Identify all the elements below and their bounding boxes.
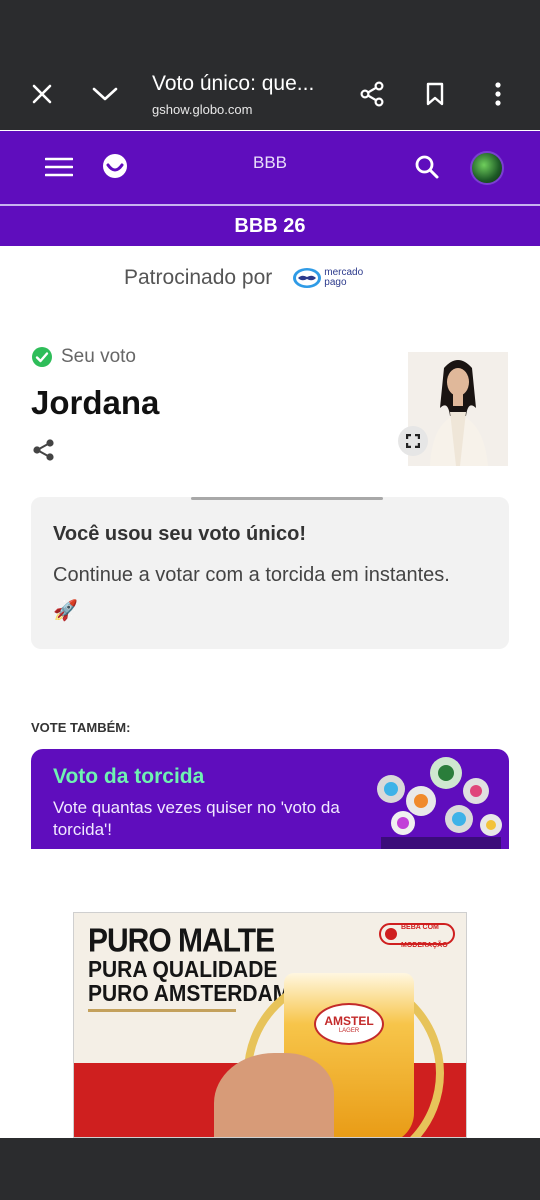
sponsor-row: Patrocinado por mercado pago — [124, 266, 363, 290]
section-header[interactable]: BBB 26 — [0, 204, 540, 246]
bookmark-button[interactable] — [413, 72, 457, 116]
page-url: gshow.globo.com — [152, 102, 253, 117]
badge-line-1: BEBA COM — [401, 924, 439, 931]
more-options-button[interactable] — [476, 72, 520, 116]
close-button[interactable] — [20, 72, 64, 116]
share-icon — [360, 81, 384, 107]
ad-hand — [214, 1053, 334, 1137]
vote-status: Seu voto — [31, 346, 136, 368]
ad-headline-3: PURO AMSTERDAM — [88, 981, 291, 1007]
share-vote-button[interactable] — [31, 437, 59, 465]
candidate-name: Jordana — [31, 384, 160, 421]
ad-headline-2: PURA QUALIDADE — [88, 957, 278, 983]
chevron-down-icon — [92, 87, 118, 101]
site-header: BBB — [0, 131, 540, 204]
ad-brand-sub: LAGER — [338, 1028, 360, 1034]
advertisement[interactable]: PURO MALTE PURA QUALIDADE PURO AMSTERDAM… — [73, 912, 467, 1138]
vote-info-card: Você usou seu voto único! Continue a vot… — [31, 497, 509, 649]
bookmark-icon — [426, 82, 444, 106]
section-title: BBB 26 — [234, 214, 306, 237]
more-vert-icon — [495, 82, 501, 106]
close-icon — [32, 84, 52, 104]
minimize-button[interactable] — [83, 72, 127, 116]
sponsor-label: Patrocinado por — [124, 266, 273, 289]
ad-headline-1: PURO MALTE — [88, 923, 275, 960]
vote-status-label: Seu voto — [61, 346, 136, 367]
card-body: Continue a votar com a torcida em instan… — [53, 564, 450, 622]
mercado-pago-logo[interactable]: mercado pago — [292, 267, 363, 289]
handshake-icon — [293, 268, 322, 288]
browser-toolbar: Voto único: que... gshow.globo.com — [0, 0, 540, 130]
expand-icon — [406, 434, 420, 448]
page-title: Voto único: que... — [152, 72, 315, 95]
vote-also-label: VOTE TAMBÉM: — [31, 720, 131, 735]
fan-vote-banner[interactable]: Voto da torcida Vote quantas vezes quise… — [31, 749, 509, 849]
user-avatar[interactable] — [470, 151, 504, 185]
share-icon — [33, 439, 54, 461]
ad-brand: AMSTEL — [324, 1014, 374, 1028]
system-navigation-bar — [0, 1138, 540, 1200]
badge-line-2: MODERAÇÃO — [401, 942, 448, 949]
check-circle-icon — [32, 347, 52, 367]
bbb-mascots-illustration — [377, 757, 502, 849]
share-button[interactable] — [350, 72, 394, 116]
fan-vote-description: Vote quantas vezes quiser no 'voto da to… — [53, 798, 340, 839]
fan-vote-title: Voto da torcida — [53, 765, 205, 788]
site-brand[interactable]: BBB — [0, 153, 540, 173]
ad-divider — [88, 1009, 236, 1012]
search-icon — [415, 155, 439, 179]
sponsor-logo-text-2: pago — [324, 277, 347, 288]
expand-photo-button[interactable] — [398, 426, 428, 456]
search-button[interactable] — [406, 146, 448, 188]
card-title: Você usou seu voto único! — [53, 523, 306, 545]
moderation-icon — [385, 928, 397, 940]
amstel-logo: AMSTEL LAGER — [314, 1003, 384, 1045]
ad-moderation-badge: BEBA COM MODERAÇÃO — [379, 923, 455, 949]
card-top-bar — [191, 497, 383, 500]
